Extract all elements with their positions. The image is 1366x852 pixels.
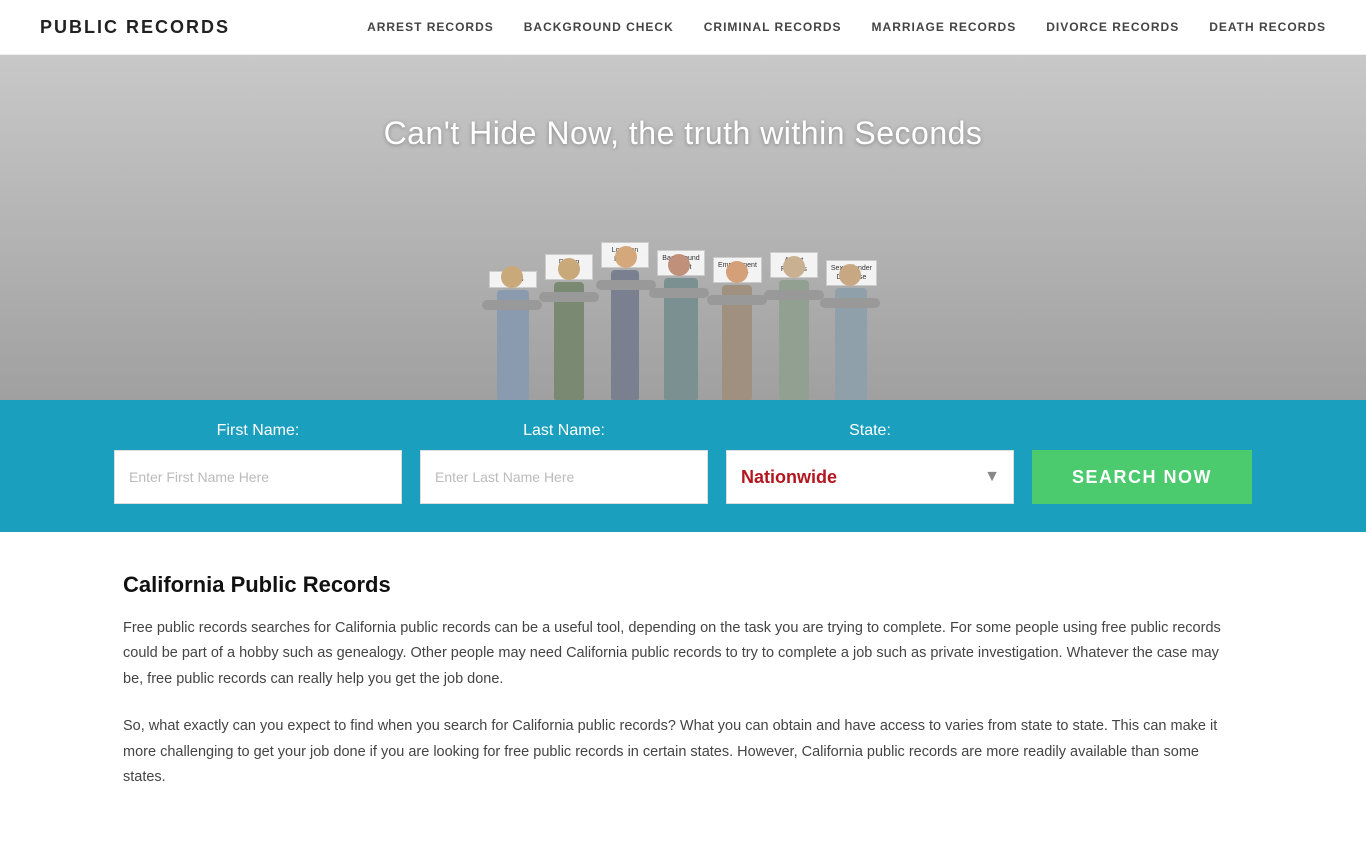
person-3: LocationHistory: [601, 242, 649, 400]
hero-title: Can't Hide Now, the truth within Seconds: [384, 115, 983, 152]
search-bar: First Name: Last Name: State: Nationwide…: [0, 400, 1366, 532]
first-name-field: First Name:: [114, 422, 402, 504]
nav-arrest-records[interactable]: ARREST RECORDS: [367, 20, 494, 34]
last-name-label: Last Name:: [420, 422, 708, 440]
nav-divorce-records[interactable]: DIVORCE RECORDS: [1046, 20, 1179, 34]
first-name-label: First Name:: [114, 422, 402, 440]
nav-background-check[interactable]: BACKGROUND CHECK: [524, 20, 674, 34]
nav-marriage-records[interactable]: MARRIAGE RECORDS: [872, 20, 1017, 34]
navbar: PUBLIC RECORDS ARREST RECORDS BACKGROUND…: [0, 0, 1366, 55]
person-7: Sex OffenderDatabase: [826, 260, 877, 400]
hero-section: Can't Hide Now, the truth within Seconds…: [0, 55, 1366, 400]
nav-criminal-records[interactable]: CRIMINAL RECORDS: [704, 20, 842, 34]
person-4: BackgroundReport: [657, 250, 705, 400]
state-field: State: NationwideAlabamaAlaskaArizonaArk…: [726, 422, 1014, 504]
main-content: California Public Records Free public re…: [83, 532, 1283, 852]
search-now-button[interactable]: SEARCH NOW: [1032, 450, 1252, 504]
person-1: Assets: [489, 271, 537, 400]
last-name-field: Last Name:: [420, 422, 708, 504]
site-logo: PUBLIC RECORDS: [40, 17, 230, 38]
nav-links: ARREST RECORDS BACKGROUND CHECK CRIMINAL…: [367, 18, 1326, 36]
person-6: ArrestRecords: [770, 252, 818, 400]
content-paragraph-1: Free public records searches for Califor…: [123, 616, 1243, 692]
person-5: EmploymentHistory: [713, 257, 762, 400]
content-paragraph-2: So, what exactly can you expect to find …: [123, 714, 1243, 790]
nav-death-records[interactable]: DEATH RECORDS: [1209, 20, 1326, 34]
state-select-wrap: NationwideAlabamaAlaskaArizonaArkansasCa…: [726, 450, 1014, 504]
content-heading: California Public Records: [123, 572, 1243, 598]
hero-people-group: Assets DatingProfile LocationHistory Bac…: [283, 120, 1083, 400]
person-2: DatingProfile: [545, 254, 593, 400]
last-name-input[interactable]: [420, 450, 708, 504]
state-label: State:: [726, 422, 1014, 440]
first-name-input[interactable]: [114, 450, 402, 504]
state-select[interactable]: NationwideAlabamaAlaskaArizonaArkansasCa…: [726, 450, 1014, 504]
